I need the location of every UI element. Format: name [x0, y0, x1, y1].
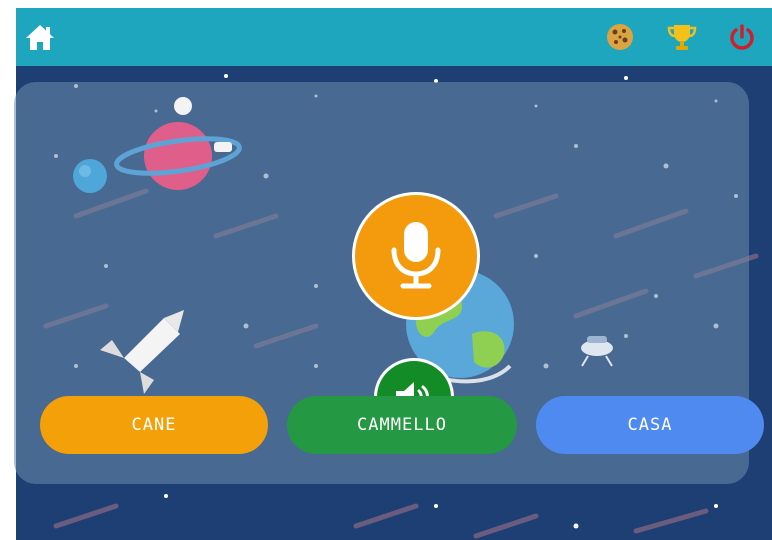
- trophy-button[interactable]: [662, 17, 702, 57]
- cookie-icon: [607, 24, 633, 50]
- spaceship-illustration: [581, 336, 613, 367]
- blue-planet-illustration: [73, 159, 107, 193]
- power-icon: [730, 24, 754, 50]
- trophy-icon: [667, 25, 697, 50]
- rocket-illustration: [100, 310, 184, 394]
- power-button[interactable]: [722, 17, 762, 57]
- pink-planet-illustration: [114, 97, 242, 190]
- answer-button-casa[interactable]: CASA: [536, 396, 764, 454]
- home-button[interactable]: [20, 17, 60, 57]
- microphone-icon: [391, 222, 441, 289]
- cookie-button[interactable]: [600, 17, 640, 57]
- home-icon: [26, 25, 54, 50]
- answer-button-cane[interactable]: CANE: [40, 396, 268, 454]
- microphone-button[interactable]: [352, 192, 480, 320]
- answer-button-cammello[interactable]: CAMMELLO: [287, 396, 517, 454]
- top-bar: [16, 8, 772, 66]
